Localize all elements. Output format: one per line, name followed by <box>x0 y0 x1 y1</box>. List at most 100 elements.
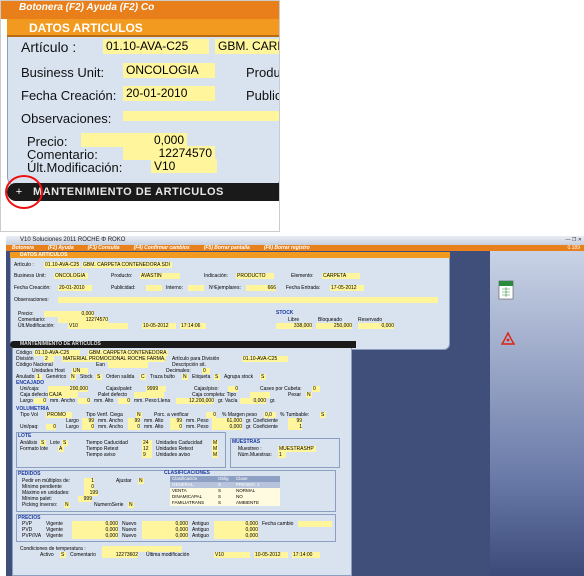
p2-unipaq-field[interactable]: 0 <box>46 424 56 430</box>
zoom-fecha-field[interactable]: 20-01-2010 <box>123 86 215 101</box>
p2-traza-field[interactable]: N <box>182 374 188 380</box>
lote-section-title: LOTE <box>18 433 32 439</box>
p1-interno-field[interactable] <box>188 285 204 291</box>
p1-fc-field[interactable]: 20-01-2010 <box>58 285 92 291</box>
p2-gr-unit: gr. <box>270 398 276 404</box>
p1-obs-field[interactable] <box>58 297 438 303</box>
p1-bu-field[interactable]: ONCOLOGIA <box>54 273 88 279</box>
highlight-circle <box>5 175 43 209</box>
p2-ucoef-field[interactable]: 1 <box>288 424 302 430</box>
zoom-mantenimiento-bar[interactable]: MANTENIMIENTO DE ARTICULOS <box>7 183 279 201</box>
p2-pesollena-field[interactable]: 12.200,000 <box>176 398 214 404</box>
excel-icon[interactable] <box>498 280 514 300</box>
p2-pvpiva-vigente[interactable]: 0,000 <box>72 533 118 539</box>
zoom-fecha-label: Fecha Creación: <box>21 88 117 103</box>
p1-npe-field[interactable]: 666 <box>246 285 276 291</box>
p2-num-field[interactable]: 1 <box>278 452 286 458</box>
p2-ajustar-field[interactable]: N <box>138 478 144 484</box>
p2-pvpiva-antiguo[interactable]: 0,000 <box>214 533 258 539</box>
p2-ultmod-label: Última modificación <box>146 552 190 558</box>
zoom-articulo-desc[interactable]: GBM. CARPET <box>215 39 279 54</box>
p2-etiqueta-field[interactable]: S <box>214 374 220 380</box>
p2-ultmod-date[interactable]: 10-05-2012 <box>254 552 288 558</box>
p2-coment-field[interactable]: 12273602 <box>102 552 138 558</box>
stock-bloqueado-field[interactable]: 250,000 <box>316 323 352 329</box>
zoom-precio-field[interactable]: 0,000 <box>81 133 187 147</box>
p2-tumb-field[interactable]: S <box>320 412 326 418</box>
p1-articulo-desc[interactable]: GBM. CARPETA CONTENEDORA SDI <box>82 262 172 268</box>
p2-upeso-field[interactable]: 0,000 <box>212 424 242 430</box>
mantenimiento-bar[interactable]: MANTENIMIENTO DE ARTICULOS <box>10 341 356 348</box>
p2-agrupa-label: Agrupa stock <box>224 374 254 380</box>
window-controls[interactable]: — ❐ ✕ <box>560 237 582 244</box>
p1-indicacion-field[interactable]: PRODUCTO <box>236 273 274 279</box>
p2-ancho-field[interactable]: 0 <box>78 398 90 404</box>
p2-ta-field[interactable]: 9 <box>142 452 152 458</box>
p1-elemento-label: Elemento: <box>291 273 314 279</box>
menu-confirmar[interactable]: (F4) Confirmar cambios <box>134 245 190 251</box>
p2-cpc-field[interactable]: 0 <box>312 386 320 392</box>
p1-fe-label: Fecha Entrada: <box>286 285 321 291</box>
p2-nserie-field[interactable]: N <box>128 502 134 508</box>
zoom-bu-field[interactable]: ONCOLOGIA <box>123 63 215 78</box>
p2-generico-field[interactable]: N <box>70 374 76 380</box>
p2-uancho-field[interactable]: 0 <box>128 424 140 430</box>
p2-ancho-label: mm. Ancho <box>50 398 76 404</box>
zoom-obs-field[interactable] <box>123 111 279 121</box>
p2-orden-field[interactable]: C <box>140 374 146 380</box>
p1-interno-label: Interno: <box>166 285 183 291</box>
p2-ualto-field[interactable]: 0 <box>170 424 182 430</box>
p2-num-label: Núm.Muestras: <box>238 452 272 458</box>
zoom-ultmod-field[interactable]: V10 <box>151 159 217 173</box>
p2-unipaq-label: Uni/paq: <box>20 424 39 430</box>
p1-elemento-field[interactable]: CARPETA <box>322 273 360 279</box>
p1-articulo-field[interactable]: 01.10-AVA-C25 <box>44 262 80 268</box>
menu-botonera[interactable]: Botonera <box>12 245 34 251</box>
p2-largo-field[interactable]: 0 <box>34 398 46 404</box>
p2-pick-field[interactable]: N <box>64 502 70 508</box>
menu-consulta[interactable]: (F3) Consulta <box>88 245 120 251</box>
menu-borrar-pantalla[interactable]: (F5) Borrar pantalla <box>204 245 250 251</box>
table-cell: AMBIENTE <box>236 500 260 505</box>
table-row[interactable]: FAMILIATRANS S AMBIENTE <box>170 500 280 506</box>
p2-ultmod-field[interactable]: V10 <box>214 552 250 558</box>
p2-formato-field[interactable]: A <box>58 446 64 452</box>
p2-activo-field[interactable]: S <box>60 552 66 558</box>
stock-libre-field[interactable]: 338,000 <box>276 323 312 329</box>
p2-ean-field[interactable] <box>108 362 148 368</box>
p2-orden-label: Orden salida <box>106 374 135 380</box>
p1-bu-label: Business Unit: <box>14 273 46 279</box>
p2-fechacambio-field[interactable] <box>298 521 332 527</box>
p1-ultmod-field[interactable]: V10 <box>68 323 128 329</box>
menu-borrar-registro[interactable]: (F6) Borrar registro <box>264 245 310 251</box>
p2-ultmod-time[interactable]: 17:14:00 <box>292 552 320 558</box>
p1-ultmod-time[interactable]: 17:14:06 <box>180 323 206 329</box>
p2-pvpiva-nuevo[interactable]: 0,000 <box>142 533 188 539</box>
p2-ua-field[interactable]: M <box>212 452 218 458</box>
stock-section-title: STOCK <box>276 310 294 316</box>
stock-reservado-field[interactable]: 0,000 <box>358 323 394 329</box>
p2-pesar-field[interactable]: N <box>306 392 312 398</box>
p1-publicidad-field[interactable] <box>146 285 162 291</box>
p2-alto-field[interactable]: 0 <box>118 398 130 404</box>
p1-producto-field[interactable]: AVASTIN <box>140 273 180 279</box>
zoom-articulo-field[interactable]: 01.10-AVA-C25 <box>103 39 209 54</box>
p2-stock-field[interactable]: S <box>96 374 102 380</box>
p1-indicacion-label: Indicación: <box>204 273 228 279</box>
p2-etiqueta-label: Etiqueta <box>192 374 211 380</box>
p1-fe-field[interactable]: 17-05-2012 <box>330 285 364 291</box>
zoom-produ-label: Produ <box>246 65 280 80</box>
p2-vacia-field[interactable]: 0,000 <box>240 398 266 404</box>
p2-apd-field[interactable]: 01.10-AVA-C25 <box>242 356 288 362</box>
p2-vacia-label: gr. Vacía <box>218 398 238 404</box>
zoom-comentario-field[interactable]: 12274570 <box>123 146 215 160</box>
p2-ulargo-field[interactable]: 0 <box>82 424 94 430</box>
table-cell: FAMILIATRANS <box>172 500 205 505</box>
p2-minpal-field[interactable]: 999 <box>78 496 92 502</box>
p2-antiguo-label: Antiguo <box>192 533 209 539</box>
pdf-icon[interactable] <box>500 331 516 346</box>
p1-ultmod-date[interactable]: 10-05-2012 <box>142 323 176 329</box>
p2-pesar-label: Pesar <box>288 392 302 398</box>
menu-ayuda[interactable]: (F2) Ayuda <box>48 245 74 251</box>
p2-agrupa-field[interactable]: S <box>260 374 266 380</box>
